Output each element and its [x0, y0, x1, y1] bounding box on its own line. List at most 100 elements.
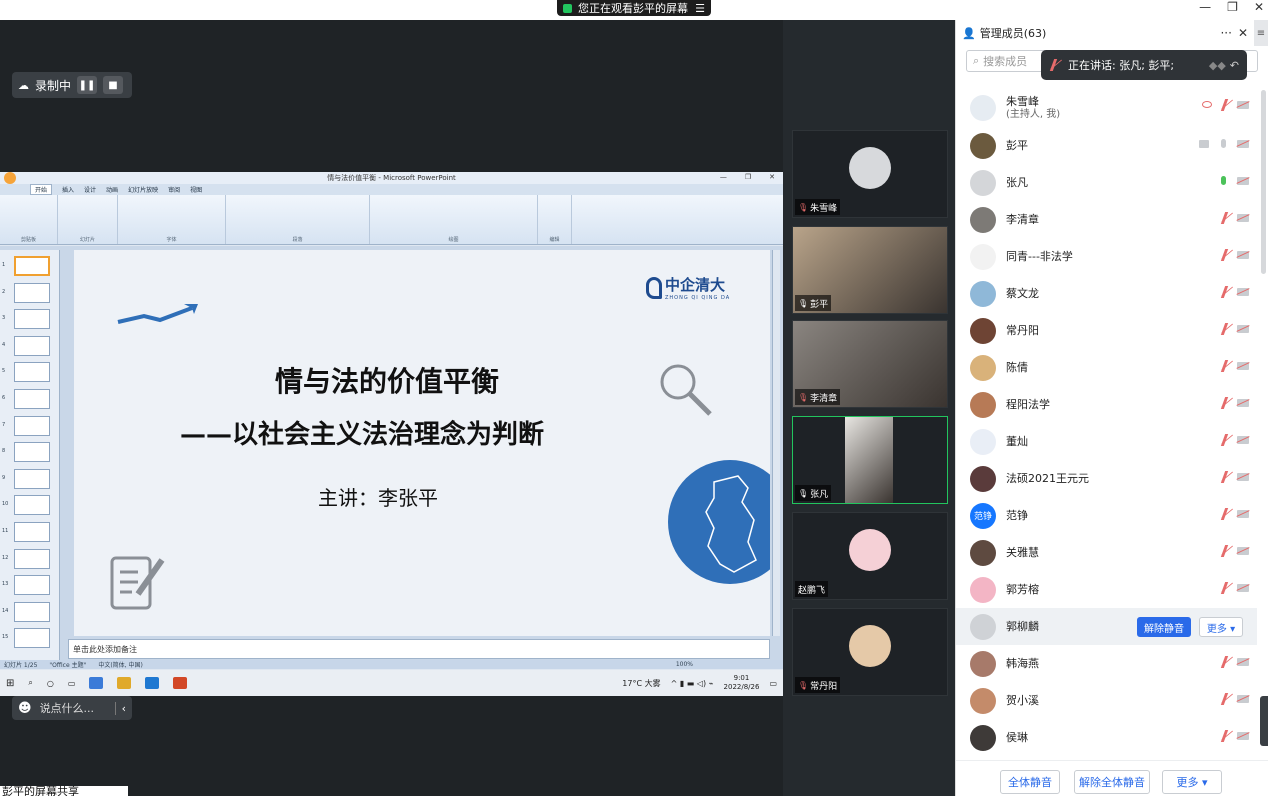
close-button[interactable]: ✕ [1254, 0, 1264, 16]
camera-off-icon[interactable] [1237, 251, 1249, 259]
minimize-button[interactable]: — [1199, 0, 1211, 16]
panel-close-button[interactable]: ✕ [1238, 26, 1248, 40]
mic-off-icon[interactable] [1220, 360, 1232, 372]
mic-off-icon[interactable] [1220, 508, 1232, 520]
member-row[interactable]: 同青---非法学 [956, 238, 1257, 275]
member-row[interactable]: 法硕2021王元元 [956, 460, 1257, 497]
slide-thumbnail[interactable] [14, 628, 50, 649]
mic-off-icon[interactable] [1220, 249, 1232, 261]
slide-thumbnail[interactable] [14, 442, 50, 463]
notes-pane[interactable]: 单击此处添加备注 [68, 639, 770, 659]
camera-off-icon[interactable] [1237, 325, 1249, 333]
mic-on-icon[interactable] [1221, 176, 1226, 185]
slide-thumbnail[interactable] [14, 601, 50, 622]
current-slide[interactable]: 中企清大 ZHONG QI QING DA 情与法的价值平衡 ——以社会主义法治… [74, 250, 770, 636]
member-row[interactable]: 韩海燕 [956, 645, 1257, 682]
camera-off-icon[interactable] [1237, 288, 1249, 296]
member-row[interactable]: 关雅慧 [956, 534, 1257, 571]
mic-off-icon[interactable] [1220, 545, 1232, 557]
camera-off-icon[interactable] [1237, 177, 1249, 185]
member-row[interactable]: 常丹阳 [956, 312, 1257, 349]
camera-off-icon[interactable] [1237, 362, 1249, 370]
record-icon[interactable] [1202, 101, 1212, 108]
mic-off-icon[interactable] [1220, 212, 1232, 224]
ppt-tab[interactable]: 幻灯片放映 [128, 185, 158, 194]
ribbon-group-editing[interactable]: 编辑 [538, 195, 572, 244]
member-row[interactable]: 侯琳 [956, 719, 1257, 756]
powerpoint-icon[interactable] [173, 677, 188, 689]
member-row[interactable]: 郭芳榕 [956, 571, 1257, 608]
unmute-member-button[interactable]: 解除静音 [1137, 617, 1191, 637]
ribbon-group-paragraph[interactable]: 段落 [226, 195, 370, 244]
slide-thumbnail[interactable] [14, 575, 50, 596]
video-tile[interactable]: 🎙 李清章 [792, 320, 948, 408]
slide-thumbnail[interactable] [14, 548, 50, 569]
camera-off-icon[interactable] [1237, 473, 1249, 481]
ribbon-group-drawing[interactable]: 绘图 [370, 195, 538, 244]
mic-icon[interactable] [1221, 139, 1226, 148]
app-icon[interactable] [89, 677, 104, 689]
reply-icon[interactable]: ↶ [1230, 59, 1239, 72]
clock[interactable]: 9:01 2022/8/26 [724, 674, 760, 692]
camera-off-icon[interactable] [1237, 695, 1249, 703]
camera-off-icon[interactable] [1237, 399, 1249, 407]
mic-off-icon[interactable] [1220, 693, 1232, 705]
ppt-tab[interactable]: 动画 [106, 185, 118, 194]
footer-more-button[interactable]: 更多 ▾ [1162, 770, 1222, 794]
slide-thumbnail[interactable] [14, 495, 50, 516]
mic-off-icon[interactable] [1220, 99, 1232, 111]
camera-off-icon[interactable] [1237, 510, 1249, 518]
pause-recording-button[interactable]: ❚❚ [77, 76, 98, 94]
video-tile[interactable]: 赵鹏飞 [792, 512, 948, 600]
slide-thumbnail[interactable] [14, 362, 50, 383]
member-row[interactable]: 蔡文龙 [956, 275, 1257, 312]
task-view-icon[interactable]: ▭ [68, 679, 76, 688]
weather-text[interactable]: 17°C 大雾 [622, 678, 660, 689]
ribbon-group-slides[interactable]: 幻灯片 [58, 195, 118, 244]
ppt-tab[interactable]: 设计 [84, 185, 96, 194]
screen-share-banner[interactable]: 您正在观看彭平的屏幕 ☰ [557, 0, 711, 16]
side-menu-button[interactable]: ≡ [1254, 20, 1268, 46]
stop-recording-button[interactable]: ■ [103, 76, 124, 94]
camera-off-icon[interactable] [1237, 214, 1249, 222]
ribbon-group-clipboard[interactable]: 剪贴板 [0, 195, 58, 244]
cortana-icon[interactable]: ○ [47, 679, 54, 688]
video-tile[interactable]: 🎙 朱雪峰 [792, 130, 948, 218]
folder-icon[interactable] [117, 677, 132, 689]
member-row[interactable]: 范铮 范铮 [956, 497, 1257, 534]
ppt-tab[interactable]: 审阅 [168, 185, 180, 194]
slide-thumbnail[interactable] [14, 415, 50, 436]
video-tile[interactable]: 🎙 常丹阳 [792, 608, 948, 696]
member-row[interactable]: 李清章 [956, 201, 1257, 238]
camera-off-icon[interactable] [1237, 732, 1249, 740]
mic-off-icon[interactable] [1220, 656, 1232, 668]
ppt-restore-button[interactable]: ❐ [745, 173, 751, 181]
notification-icon[interactable]: ▭ [769, 679, 777, 688]
mic-off-icon[interactable] [1220, 434, 1232, 446]
meeting-app-icon[interactable] [145, 677, 160, 689]
tray-icons[interactable]: ^ ▮ ▬ ◁) ⌁ [671, 679, 714, 688]
member-row[interactable]: 陈倩 [956, 349, 1257, 386]
slide-thumbnail[interactable] [14, 282, 50, 303]
panel-edge-handle[interactable] [1260, 696, 1268, 746]
member-row[interactable]: 彭平 [956, 127, 1257, 164]
member-row[interactable]: 张凡 [956, 164, 1257, 201]
slide-thumbnail[interactable] [14, 522, 50, 542]
member-row[interactable]: 朱雪峰 (主持人, 我) [956, 88, 1257, 127]
office-button-icon[interactable] [4, 172, 16, 184]
mic-off-icon[interactable] [1220, 323, 1232, 335]
mic-off-icon[interactable] [1220, 582, 1232, 594]
emoji-icon[interactable]: ☻ [18, 701, 32, 716]
ppt-tab[interactable]: 开始 [30, 184, 53, 195]
member-row[interactable]: 郭柳麟 解除静音 更多 ▾ [956, 608, 1257, 645]
ppt-tab[interactable]: 插入 [62, 185, 74, 194]
mic-off-icon[interactable] [1220, 730, 1232, 742]
slide-scrollbar[interactable] [772, 250, 780, 636]
restore-button[interactable]: ❐ [1227, 0, 1238, 16]
ppt-close-button[interactable]: ✕ [769, 173, 775, 181]
slide-thumbnail[interactable] [14, 468, 50, 489]
camera-off-icon[interactable] [1237, 140, 1249, 148]
hide-icon[interactable]: ◆◆ [1209, 59, 1226, 72]
ribbon-group-font[interactable]: 字体 [118, 195, 226, 244]
member-row[interactable]: 程阳法学 [956, 386, 1257, 423]
